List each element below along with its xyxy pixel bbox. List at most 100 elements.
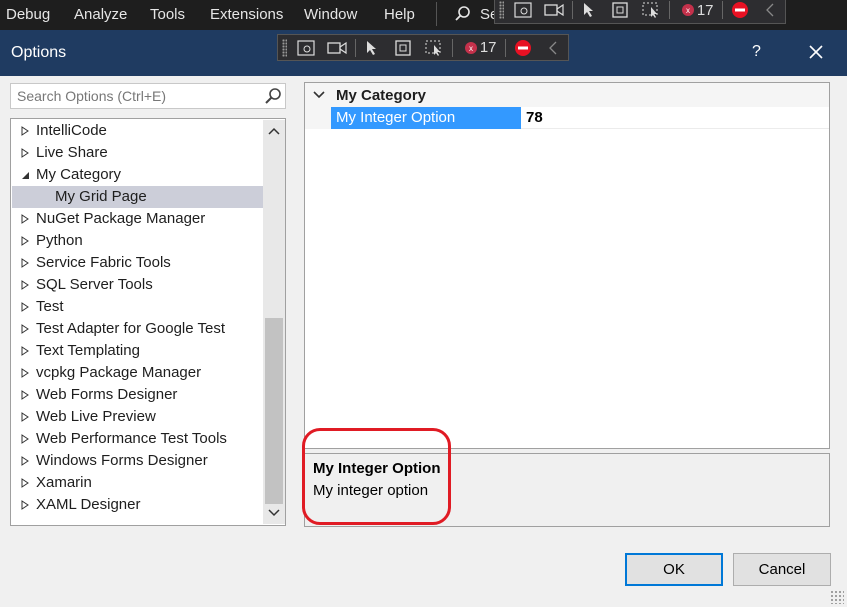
dialog-title: Options [11, 44, 67, 61]
property-row[interactable]: My Integer Option 78 [305, 107, 829, 129]
tree-item-label: Service Fabric Tools [36, 254, 171, 271]
collapse-arrow-icon[interactable] [20, 170, 30, 180]
tree-item[interactable]: My Category [12, 164, 263, 186]
select-element-icon[interactable] [364, 39, 382, 57]
expand-arrow-icon[interactable] [20, 236, 30, 246]
expand-arrow-icon[interactable] [20, 368, 30, 378]
stop-icon[interactable] [514, 39, 532, 57]
chevron-left-icon[interactable] [544, 39, 562, 57]
scroll-up-icon[interactable] [267, 126, 281, 136]
binding-failures-icon[interactable]: x 17 [678, 1, 714, 19]
expand-arrow-icon[interactable] [20, 302, 30, 312]
tree-item[interactable]: My Grid Page [12, 186, 263, 208]
menu-extensions[interactable]: Extensions [210, 6, 283, 23]
tree-item-label: SQL Server Tools [36, 276, 153, 293]
ok-button[interactable]: OK [625, 553, 723, 586]
expand-arrow-icon[interactable] [20, 280, 30, 290]
display-layout-adorners-icon[interactable] [394, 39, 412, 57]
tree-item-label: IntelliCode [36, 122, 107, 139]
tree-item[interactable]: IntelliCode [12, 120, 263, 142]
tree-item-label: Test Adapter for Google Test [36, 320, 226, 337]
menu-window[interactable]: Window [304, 6, 357, 23]
tree-item-label: Web Forms Designer [36, 386, 178, 403]
help-button[interactable]: ? [752, 43, 761, 61]
menu-help[interactable]: Help [384, 6, 415, 23]
expand-arrow-icon[interactable] [20, 214, 30, 224]
toolbar-separator [722, 1, 724, 19]
tree-item[interactable]: Text Templating [12, 340, 263, 362]
expand-arrow-icon[interactable] [20, 390, 30, 400]
tree-item-label: Test [36, 298, 64, 315]
menu-analyze[interactable]: Analyze [74, 6, 127, 23]
tree-item[interactable]: Test Adapter for Google Test [12, 318, 263, 340]
toolbar-grip[interactable] [282, 38, 288, 57]
tree-item[interactable]: Web Performance Test Tools [12, 428, 263, 450]
tree-item[interactable]: Test [12, 296, 263, 318]
tree-item[interactable]: Windows Forms Designer [12, 450, 263, 472]
options-search-input[interactable] [11, 84, 261, 108]
chevron-left-icon[interactable] [761, 1, 779, 19]
display-layout-adorners-icon[interactable] [611, 1, 629, 19]
camera-icon[interactable] [327, 39, 347, 57]
chevron-down-icon[interactable] [313, 90, 325, 100]
property-name[interactable]: My Integer Option [331, 107, 521, 129]
menu-divider [436, 2, 437, 26]
close-icon[interactable] [806, 42, 826, 62]
menu-debug[interactable]: Debug [6, 6, 50, 23]
expand-arrow-icon[interactable] [20, 500, 30, 510]
tree-item-label: Live Share [36, 144, 108, 161]
scroll-down-icon[interactable] [267, 508, 281, 518]
property-category[interactable]: My Category [305, 83, 829, 107]
expand-arrow-icon[interactable] [20, 148, 30, 158]
camera-icon[interactable] [544, 1, 564, 19]
tree-item-label: Text Templating [36, 342, 140, 359]
track-focus-icon[interactable] [641, 1, 661, 19]
expand-arrow-icon[interactable] [20, 434, 30, 444]
toolbar-separator [669, 1, 671, 19]
tree-scrollbar[interactable] [263, 120, 285, 524]
toolbar-separator [505, 38, 507, 57]
expand-arrow-icon[interactable] [20, 346, 30, 356]
tree-item-label: Web Live Preview [36, 408, 156, 425]
expand-arrow-icon[interactable] [20, 126, 30, 136]
tree-item[interactable]: Web Live Preview [12, 406, 263, 428]
live-visual-tree-icon[interactable] [297, 39, 315, 57]
expand-arrow-icon[interactable] [20, 324, 30, 334]
cancel-button[interactable]: Cancel [733, 553, 831, 586]
tree-item-label: Windows Forms Designer [36, 452, 208, 469]
track-focus-icon[interactable] [424, 39, 444, 57]
tree-item[interactable]: Python [12, 230, 263, 252]
tree-item[interactable]: Live Share [12, 142, 263, 164]
tree-item[interactable]: Xamarin [12, 472, 263, 494]
tree-item-label: My Category [36, 166, 122, 183]
resize-grip[interactable] [830, 590, 844, 604]
tree-item-label: Python [36, 232, 83, 249]
tree-item-label: Xamarin [36, 474, 92, 491]
search-icon[interactable] [454, 5, 472, 23]
tree-item[interactable]: SQL Server Tools [12, 274, 263, 296]
binding-failures-count: 17 [479, 39, 497, 56]
select-element-icon[interactable] [581, 1, 599, 19]
binding-failures-count: 17 [696, 1, 714, 19]
expand-arrow-icon[interactable] [20, 412, 30, 422]
tree-item[interactable]: NuGet Package Manager [12, 208, 263, 230]
binding-failures-icon[interactable]: x 17 [461, 39, 497, 57]
expand-arrow-icon[interactable] [20, 456, 30, 466]
svg-text:x: x [686, 6, 690, 15]
toolbar-separator [355, 38, 357, 57]
expand-arrow-icon[interactable] [20, 258, 30, 268]
property-grid: My Category My Integer Option 78 [304, 82, 830, 449]
live-visual-tree-icon[interactable] [514, 1, 532, 19]
scrollbar-thumb[interactable] [265, 318, 283, 504]
tree-item[interactable]: vcpkg Package Manager [12, 362, 263, 384]
stop-icon[interactable] [731, 1, 749, 19]
toolbar-grip[interactable] [499, 1, 505, 19]
search-icon[interactable] [264, 87, 282, 105]
svg-text:x: x [469, 44, 473, 53]
tree-item[interactable]: Service Fabric Tools [12, 252, 263, 274]
property-value[interactable]: 78 [521, 107, 829, 129]
tree-item[interactable]: XAML Designer [12, 494, 263, 516]
expand-arrow-icon[interactable] [20, 478, 30, 488]
menu-tools[interactable]: Tools [150, 6, 185, 23]
tree-item[interactable]: Web Forms Designer [12, 384, 263, 406]
